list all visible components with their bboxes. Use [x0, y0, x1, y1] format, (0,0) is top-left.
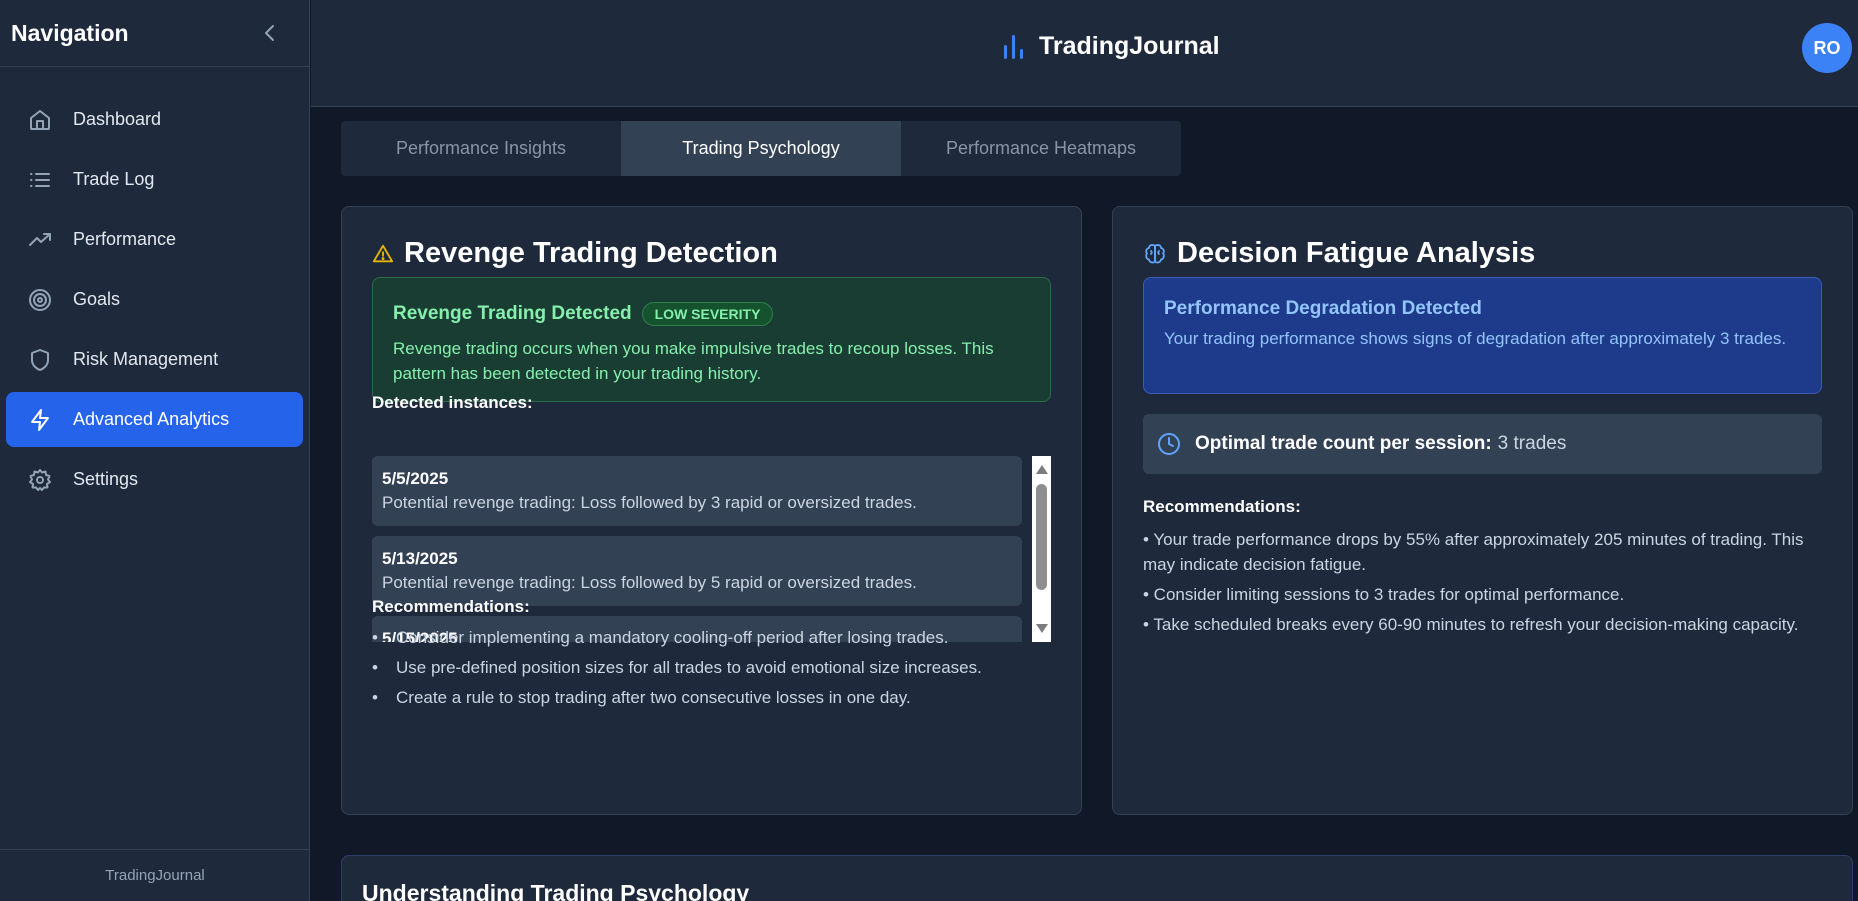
list-item: Use pre-defined position sizes for all t…	[372, 655, 1062, 680]
recommendations-label: Recommendations:	[372, 597, 530, 616]
recommendations-label: Recommendations:	[1143, 497, 1301, 516]
sidebar: Navigation Dashboard Trade Log Performan…	[0, 0, 310, 901]
revenge-alert: Revenge Trading Detected LOW SEVERITY Re…	[372, 277, 1051, 402]
alert-title: Revenge Trading Detected	[393, 303, 632, 324]
list-item: • Consider limiting sessions to 3 trades…	[1143, 585, 1625, 604]
avatar[interactable]: RO	[1802, 23, 1852, 73]
sidebar-title: Navigation	[11, 19, 129, 46]
sidebar-header: Navigation	[0, 0, 309, 67]
sidebar-item-label: Goals	[73, 289, 121, 309]
bar-chart-icon	[1004, 34, 1023, 59]
sidebar-item-trade-log[interactable]: Trade Log	[6, 152, 303, 207]
list-item: Create a rule to stop trading after two …	[372, 685, 1062, 710]
instance-date: 5/13/2025	[382, 549, 458, 568]
list-item: 5/13/2025 Potential revenge trading: Los…	[372, 536, 1022, 606]
scroll-up-arrow-icon[interactable]	[1036, 465, 1048, 474]
list-item: • Take scheduled breaks every 60-90 minu…	[1143, 615, 1799, 634]
revenge-trading-card: Revenge Trading Detection Revenge Tradin…	[341, 206, 1082, 815]
alert-header: Revenge Trading Detected LOW SEVERITY	[393, 302, 1030, 326]
sidebar-item-label: Trade Log	[73, 169, 155, 189]
instance-date: 5/5/2025	[382, 469, 449, 488]
list-item: Consider implementing a mandatory coolin…	[372, 625, 1062, 650]
sidebar-nav: Dashboard Trade Log Performance Goals Ri…	[0, 67, 309, 507]
recommendations-list: Consider implementing a mandatory coolin…	[372, 625, 1062, 715]
optimal-trade-count: Optimal trade count per session: 3 trade…	[1143, 414, 1822, 474]
sidebar-item-label: Dashboard	[73, 109, 162, 129]
sidebar-item-goals[interactable]: Goals	[6, 272, 303, 327]
brain-icon	[1143, 242, 1167, 266]
brand-name: TradingJournal	[1039, 32, 1220, 60]
alert-body: Your trading performance shows signs of …	[1164, 329, 1787, 348]
understanding-psychology-card: Understanding Trading Psychology	[341, 855, 1853, 901]
instance-text: Potential revenge trading: Loss followed…	[382, 573, 917, 592]
analytics-tabs: Performance Insights Trading Psychology …	[341, 121, 1181, 176]
list-icon	[27, 167, 53, 193]
sidebar-footer: TradingJournal	[0, 849, 310, 901]
list-item: • Your trade performance drops by 55% af…	[1143, 530, 1804, 574]
tab-performance-heatmaps[interactable]: Performance Heatmaps	[901, 121, 1181, 176]
warning-icon	[372, 243, 394, 265]
sidebar-item-settings[interactable]: Settings	[6, 452, 303, 507]
card-title-text: Decision Fatigue Analysis	[1177, 237, 1536, 269]
optimal-value: 3 trades	[1497, 433, 1567, 454]
instance-text: Potential revenge trading: Loss followed…	[382, 493, 917, 512]
tab-performance-insights[interactable]: Performance Insights	[341, 121, 621, 176]
degradation-alert: Performance Degradation Detected Your tr…	[1143, 277, 1822, 394]
severity-badge: LOW SEVERITY	[641, 302, 774, 326]
target-icon	[27, 287, 53, 313]
scrollbar[interactable]	[1032, 456, 1051, 642]
list-item: 5/5/2025 Potential revenge trading: Loss…	[372, 456, 1022, 526]
sidebar-item-performance[interactable]: Performance	[6, 212, 303, 267]
scrollbar-thumb[interactable]	[1036, 484, 1047, 590]
card-title: Understanding Trading Psychology	[362, 880, 750, 901]
zap-icon	[27, 407, 53, 433]
collapse-sidebar-button[interactable]	[259, 22, 281, 44]
chevron-left-icon	[265, 25, 274, 41]
sidebar-item-label: Advanced Analytics	[73, 409, 230, 429]
alert-title: Performance Degradation Detected	[1164, 298, 1482, 319]
sidebar-item-risk-management[interactable]: Risk Management	[6, 332, 303, 387]
instances-label: Detected instances:	[372, 393, 533, 412]
brand[interactable]: TradingJournal	[1001, 32, 1220, 61]
sidebar-item-label: Performance	[73, 229, 177, 249]
sidebar-item-dashboard[interactable]: Dashboard	[6, 92, 303, 147]
shield-icon	[27, 347, 53, 373]
decision-fatigue-card: Decision Fatigue Analysis Performance De…	[1112, 206, 1853, 815]
sidebar-item-label: Settings	[73, 469, 139, 489]
top-bar: TradingJournal RO	[311, 0, 1858, 107]
sidebar-item-advanced-analytics[interactable]: Advanced Analytics	[6, 392, 303, 447]
optimal-label: Optimal trade count per session:	[1195, 433, 1492, 454]
home-icon	[27, 107, 53, 133]
tab-trading-psychology[interactable]: Trading Psychology	[621, 121, 901, 176]
card-title-text: Revenge Trading Detection	[404, 237, 778, 269]
alert-body: Revenge trading occurs when you make imp…	[393, 339, 994, 383]
trending-up-icon	[27, 227, 53, 253]
card-title: Decision Fatigue Analysis	[1143, 237, 1535, 270]
gear-icon	[27, 467, 53, 493]
recommendations-list: • Your trade performance drops by 55% af…	[1143, 527, 1823, 642]
card-title: Revenge Trading Detection	[372, 237, 778, 270]
sidebar-item-label: Risk Management	[73, 349, 219, 369]
clock-icon	[1157, 432, 1181, 456]
